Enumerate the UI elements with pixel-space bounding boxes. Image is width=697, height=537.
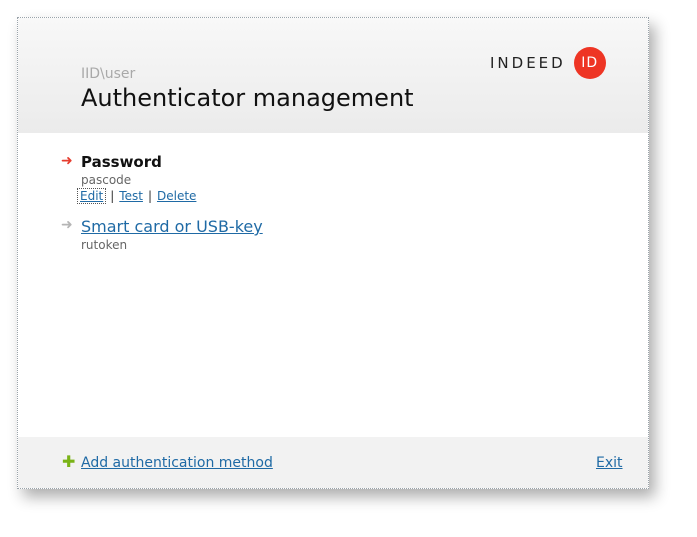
header: IID\user Authenticator management INDEED…	[18, 18, 648, 133]
test-link[interactable]: Test	[119, 189, 143, 203]
method-smart-card: ➜ Smart card or USB-key rutoken	[61, 217, 263, 252]
edit-link[interactable]: Edit	[76, 188, 107, 204]
logo-text: INDEED	[490, 54, 566, 72]
logo-badge: ID	[573, 47, 606, 79]
action-separator: |	[110, 189, 115, 203]
plus-icon: ✚	[62, 452, 76, 471]
user-name: IID\user	[81, 66, 136, 82]
method-subtitle: pascode	[81, 173, 132, 187]
right-arrow-icon: ➜	[61, 217, 73, 233]
delete-link[interactable]: Delete	[157, 189, 196, 203]
method-subtitle: rutoken	[81, 238, 128, 252]
action-separator: |	[147, 189, 152, 203]
footer: ✚ Add authentication method Exit	[18, 437, 648, 488]
exit-link[interactable]: Exit	[596, 455, 623, 471]
authenticator-window: IID\user Authenticator management INDEED…	[17, 17, 649, 489]
indeed-logo: INDEED ID	[490, 47, 606, 79]
methods-list: ➜ Password pascode Edit | Test | Delete …	[18, 133, 648, 437]
smart-card-link[interactable]: Smart card or USB-key	[81, 217, 263, 236]
page-title: Authenticator management	[81, 84, 414, 112]
method-name: Password	[81, 153, 162, 171]
method-password: ➜ Password pascode Edit | Test | Delete	[61, 153, 196, 204]
right-arrow-icon: ➜	[61, 153, 73, 169]
method-actions: Edit | Test | Delete	[76, 188, 196, 204]
add-authentication-method-link[interactable]: Add authentication method	[81, 455, 273, 471]
